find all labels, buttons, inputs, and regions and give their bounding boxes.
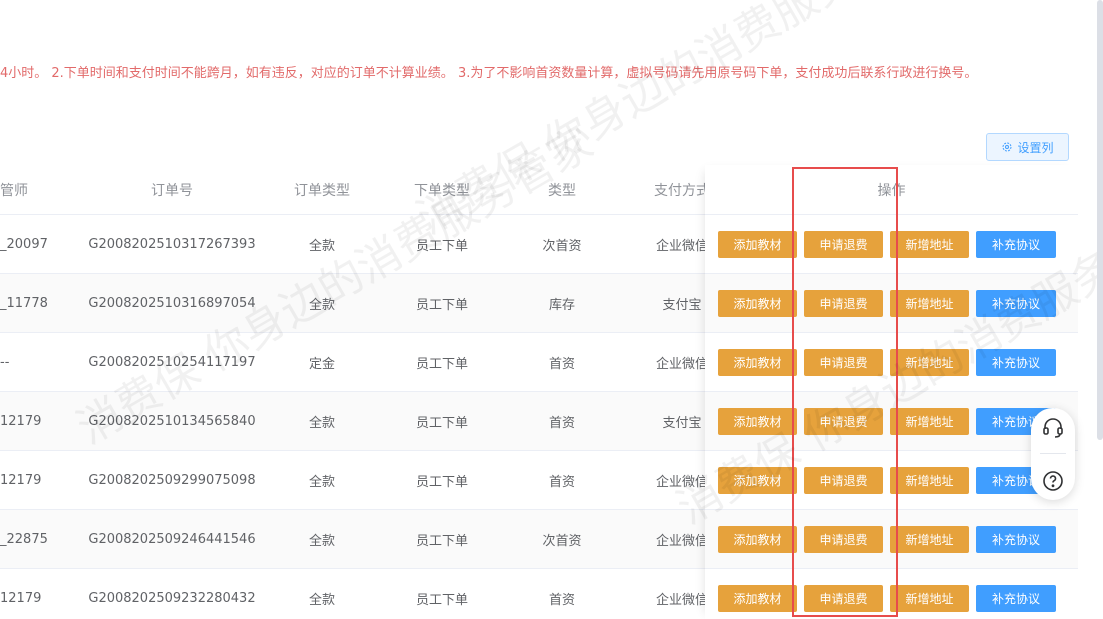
apply-refund-button[interactable]: 申请退费: [804, 349, 883, 376]
cell-place-type: 员工下单: [415, 592, 468, 608]
add-address-button[interactable]: 新增地址: [890, 408, 969, 435]
apply-refund-button[interactable]: 申请退费: [804, 231, 883, 258]
cell-type: 首资: [548, 474, 575, 490]
actions-row: 添加教材 申请退费 新增地址 补充协议: [705, 392, 1078, 451]
cell-type: 次首资: [542, 533, 582, 549]
cell-order-type: 全款: [308, 592, 335, 608]
cell-order-no: G2008202509299075098: [88, 472, 256, 488]
cell-place-type: 员工下单: [415, 533, 468, 549]
set-columns-label: 设置列: [1017, 140, 1054, 155]
add-address-button[interactable]: 新增地址: [890, 585, 969, 612]
cell-place-type: 员工下单: [415, 415, 468, 431]
cell-order-type: 全款: [308, 474, 335, 490]
supplement-agreement-button[interactable]: 补充协议: [976, 349, 1056, 376]
cell-order-no: G2008202509246441546: [88, 531, 256, 547]
cell-order-type: 定金: [308, 356, 335, 372]
supplement-agreement-button[interactable]: 补充协议: [976, 585, 1056, 612]
cell-type: 首资: [548, 356, 575, 372]
cell-order-no: G2008202510254117197: [88, 354, 256, 370]
add-address-button[interactable]: 新增地址: [890, 290, 969, 317]
actions-row: 添加教材 申请退费 新增地址 补充协议: [705, 274, 1078, 333]
page: 4小时。 2.下单时间和支付时间不能跨月，如有违反，对应的订单不计算业绩。 3.…: [0, 0, 1103, 619]
actions-row: 添加教材 申请退费 新增地址 补充协议: [705, 215, 1078, 274]
add-material-button[interactable]: 添加教材: [718, 349, 797, 376]
header-type: 类型: [548, 182, 576, 199]
add-address-button[interactable]: 新增地址: [890, 526, 969, 553]
cell-advisor: _20097: [0, 236, 48, 252]
add-material-button[interactable]: 添加教材: [718, 231, 797, 258]
page-scrollbar[interactable]: [1097, 0, 1103, 440]
actions-row: 添加教材 申请退费 新增地址 补充协议: [705, 510, 1078, 569]
actions-row: 添加教材 申请退费 新增地址 补充协议: [705, 451, 1078, 510]
cell-order-no: G2008202509232280432: [88, 590, 256, 606]
add-material-button[interactable]: 添加教材: [718, 408, 797, 435]
gear-icon: [1002, 142, 1012, 152]
apply-refund-button[interactable]: 申请退费: [804, 408, 883, 435]
cell-type: 首资: [548, 415, 575, 431]
cell-place-type: 员工下单: [415, 238, 468, 254]
cell-order-no: G2008202510134565840: [88, 413, 256, 429]
question-icon[interactable]: [1041, 469, 1065, 493]
apply-refund-button[interactable]: 申请退费: [804, 467, 883, 494]
headset-icon[interactable]: [1041, 415, 1065, 439]
panel-divider: [1040, 453, 1066, 455]
cell-order-type: 全款: [308, 533, 335, 549]
set-columns-button[interactable]: 设置列: [986, 133, 1069, 161]
supplement-agreement-button[interactable]: 补充协议: [976, 526, 1056, 553]
add-material-button[interactable]: 添加教材: [718, 526, 797, 553]
order-notice: 4小时。 2.下单时间和支付时间不能跨月，如有违反，对应的订单不计算业绩。 3.…: [0, 66, 978, 81]
add-material-button[interactable]: 添加教材: [718, 585, 797, 612]
supplement-agreement-button[interactable]: 补充协议: [976, 231, 1056, 258]
add-address-button[interactable]: 新增地址: [890, 467, 969, 494]
cell-advisor: 12179: [0, 413, 42, 429]
apply-refund-button[interactable]: 申请退费: [804, 526, 883, 553]
cell-type: 次首资: [542, 238, 582, 254]
cell-order-no: G2008202510317267393: [88, 236, 256, 252]
floating-service-panel: [1031, 408, 1075, 500]
actions-column: 操作 添加教材 申请退费 新增地址 补充协议 添加教材 申请退费 新增地址 补充协议 添加教材申…: [705, 165, 1078, 619]
cell-order-no: G2008202510316897054: [88, 295, 256, 311]
add-address-button[interactable]: 新增地址: [890, 349, 969, 376]
cell-advisor: _22875: [0, 531, 48, 547]
cell-place-type: 员工下单: [415, 297, 468, 313]
cell-advisor: --: [0, 354, 10, 370]
cell-order-type: 全款: [308, 297, 335, 313]
header-actions: 操作: [705, 165, 1078, 215]
cell-advisor: 12179: [0, 590, 42, 606]
add-material-button[interactable]: 添加教材: [718, 467, 797, 494]
cell-order-type: 全款: [308, 415, 335, 431]
add-material-button[interactable]: 添加教材: [718, 290, 797, 317]
header-order-type: 订单类型: [294, 182, 350, 199]
apply-refund-button[interactable]: 申请退费: [804, 585, 883, 612]
actions-row: 添加教材 申请退费 新增地址 补充协议: [705, 333, 1078, 392]
header-advisor: 管师: [0, 182, 28, 199]
cell-advisor: _11778: [0, 295, 48, 311]
supplement-agreement-button[interactable]: 补充协议: [976, 290, 1056, 317]
cell-place-type: 员工下单: [415, 474, 468, 490]
add-address-button[interactable]: 新增地址: [890, 231, 969, 258]
header-order-no: 订单号: [151, 182, 193, 199]
cell-advisor: 12179: [0, 472, 42, 488]
cell-type: 首资: [548, 592, 575, 608]
apply-refund-button[interactable]: 申请退费: [804, 290, 883, 317]
cell-type: 库存: [548, 297, 575, 313]
actions-row: 添加教材 申请退费 新增地址 补充协议: [705, 569, 1078, 619]
cell-order-type: 全款: [308, 238, 335, 254]
cell-place-type: 员工下单: [415, 356, 468, 372]
header-place-type: 下单类型: [414, 182, 470, 199]
